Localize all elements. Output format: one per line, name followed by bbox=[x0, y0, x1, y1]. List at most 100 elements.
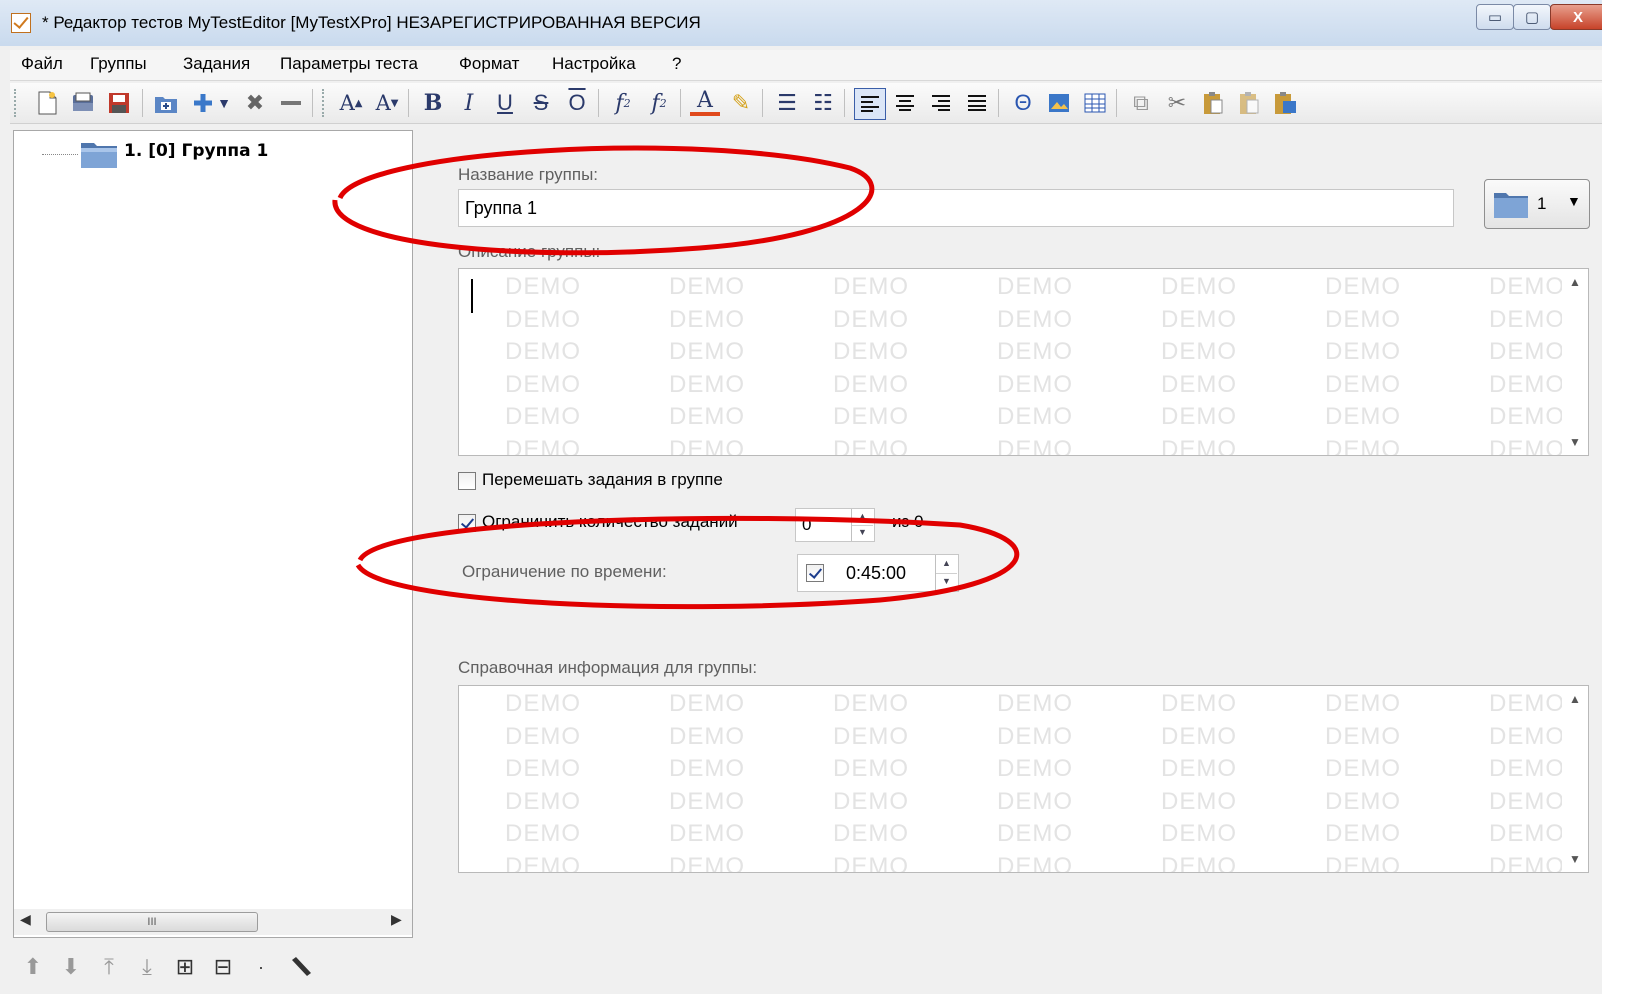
dot-icon[interactable]: · bbox=[246, 952, 276, 982]
demo-watermark-text: DEMO bbox=[1325, 403, 1401, 430]
scrollbar-thumb[interactable]: III bbox=[46, 912, 258, 932]
font-shrink-icon[interactable]: A ▼ bbox=[372, 88, 402, 118]
toolbar-grip[interactable] bbox=[14, 89, 19, 117]
align-left-icon[interactable] bbox=[854, 88, 886, 120]
highlight-icon[interactable]: ✎ bbox=[726, 88, 756, 118]
add-group-icon[interactable] bbox=[152, 88, 182, 118]
demo-watermark-text: DEMO bbox=[1161, 787, 1237, 815]
demo-watermark-text: DEMO bbox=[1325, 852, 1401, 873]
toolbar-separator bbox=[142, 89, 143, 117]
time-limit-stepper[interactable]: 0:45:00 ▲ ▼ bbox=[797, 554, 959, 592]
font-color-icon[interactable]: A bbox=[690, 88, 720, 116]
group-icon-value: 1 bbox=[1537, 194, 1547, 213]
menu-test-parameters[interactable]: Параметры теста bbox=[280, 54, 418, 74]
toolbar-separator bbox=[312, 89, 313, 117]
description-scrollbar[interactable]: ▲ ▼ bbox=[1562, 269, 1588, 455]
shuffle-tasks-checkbox[interactable] bbox=[458, 472, 476, 490]
close-button[interactable]: X bbox=[1550, 4, 1606, 30]
spin-up-icon[interactable]: ▲ bbox=[936, 555, 957, 574]
spin-up-icon[interactable]: ▲ bbox=[852, 509, 873, 526]
tree-horizontal-scrollbar[interactable]: ◀ III ▶ bbox=[14, 909, 412, 935]
demo-watermark-text: DEMO bbox=[833, 273, 909, 300]
demo-watermark-text: DEMO bbox=[669, 755, 745, 782]
menu-format[interactable]: Формат bbox=[459, 54, 519, 74]
numbered-list-icon[interactable]: ☷ bbox=[808, 88, 838, 118]
group-icon-select[interactable]: 1 ▼ bbox=[1484, 179, 1590, 229]
table-icon[interactable] bbox=[1080, 88, 1110, 118]
image-icon[interactable] bbox=[1044, 88, 1074, 118]
move-up-icon[interactable]: ⬆ bbox=[18, 952, 48, 982]
demo-watermark-text: DEMO bbox=[833, 820, 909, 847]
strikethrough-icon[interactable]: S bbox=[526, 88, 556, 118]
limit-count-checkbox[interactable] bbox=[458, 514, 476, 532]
demo-watermark-text: DEMO bbox=[833, 435, 909, 456]
tree-item-group-1[interactable]: 1. [0] Группа 1 bbox=[124, 141, 268, 161]
toolbar-grip[interactable] bbox=[322, 89, 327, 117]
time-limit-checkbox[interactable] bbox=[806, 564, 824, 582]
scroll-up-icon[interactable]: ▲ bbox=[1569, 692, 1581, 706]
tree-connector bbox=[42, 154, 78, 155]
app-window: * Редактор тестов MyTestEditor [MyTestXP… bbox=[0, 0, 1631, 994]
scroll-left-icon[interactable]: ◀ bbox=[20, 911, 31, 928]
bold-icon[interactable]: B bbox=[418, 88, 448, 118]
demo-watermark-text: DEMO bbox=[1325, 305, 1401, 333]
help-info-editor[interactable]: DEMO DEMO DEMO DEMO DEMO DEMO DEMO DEMO DEMO DEMO… bbox=[458, 685, 1589, 873]
subscript-icon[interactable]: f2 bbox=[608, 88, 638, 118]
open-file-icon[interactable] bbox=[68, 88, 98, 118]
menu-settings[interactable]: Настройка bbox=[552, 54, 636, 74]
group-name-input[interactable]: Группа 1 bbox=[458, 189, 1454, 227]
delete-icon[interactable]: ✖ bbox=[240, 88, 270, 118]
demo-watermark-text: DEMO bbox=[997, 852, 1073, 873]
italic-icon[interactable]: I bbox=[454, 88, 484, 118]
bullet-list-icon[interactable]: ☰ bbox=[772, 88, 802, 118]
cut-icon[interactable]: ✂ bbox=[1162, 88, 1192, 118]
main-toolbar: ▼ ✖ A ▲ A ▼ B I U S O f2 f2 A ✎ ☰ ☷ Θ ⧉ … bbox=[10, 83, 1620, 124]
paste-icon[interactable] bbox=[1198, 88, 1228, 118]
menu-help[interactable]: ? bbox=[672, 54, 681, 74]
toolbar-separator bbox=[844, 89, 845, 117]
remove-icon[interactable] bbox=[276, 88, 306, 118]
copy-icon[interactable]: ⧉ bbox=[1126, 88, 1156, 118]
minimize-icon: ▭ bbox=[1487, 9, 1503, 26]
overline-icon[interactable]: O bbox=[562, 88, 592, 118]
spin-down-icon[interactable]: ▼ bbox=[936, 573, 957, 591]
move-bottom-icon[interactable]: ⤓ bbox=[132, 952, 162, 982]
new-file-icon[interactable] bbox=[32, 88, 62, 118]
group-description-editor[interactable]: DEMO DEMO DEMO DEMO DEMO DEMO DEMO DEMO DEMO DEMO… bbox=[458, 268, 1589, 456]
underline-icon[interactable]: U bbox=[490, 88, 520, 118]
collapse-all-icon[interactable]: ⊟ bbox=[208, 952, 238, 982]
minimize-button[interactable]: ▭ bbox=[1476, 4, 1514, 30]
help-scrollbar[interactable]: ▲ ▼ bbox=[1562, 686, 1588, 872]
limit-count-value: 0 bbox=[802, 515, 812, 534]
demo-watermark-text: DEMO bbox=[1161, 338, 1237, 365]
menu-file[interactable]: Файл bbox=[21, 54, 63, 74]
pencil-icon[interactable] bbox=[286, 952, 316, 982]
scroll-right-icon[interactable]: ▶ bbox=[391, 911, 402, 928]
align-justify-icon[interactable] bbox=[962, 88, 992, 118]
dropdown-arrow-icon[interactable]: ▼ bbox=[214, 88, 234, 118]
paste-special-icon[interactable] bbox=[1234, 88, 1264, 118]
scroll-down-icon[interactable]: ▼ bbox=[1569, 852, 1581, 866]
scroll-up-icon[interactable]: ▲ bbox=[1569, 275, 1581, 289]
paste-format-icon[interactable] bbox=[1270, 88, 1300, 118]
save-file-icon[interactable] bbox=[104, 88, 134, 118]
menu-groups[interactable]: Группы bbox=[90, 54, 147, 74]
maximize-button[interactable]: ▢ bbox=[1513, 4, 1551, 30]
align-right-icon[interactable] bbox=[926, 88, 956, 118]
move-down-icon[interactable]: ⬇ bbox=[56, 952, 86, 982]
menu-tasks[interactable]: Задания bbox=[183, 54, 250, 74]
spin-down-icon[interactable]: ▼ bbox=[852, 525, 873, 541]
expand-all-icon[interactable]: ⊞ bbox=[170, 952, 200, 982]
move-top-icon[interactable]: ⤒ bbox=[94, 952, 124, 982]
demo-watermark-text: DEMO bbox=[997, 820, 1073, 847]
scroll-down-icon[interactable]: ▼ bbox=[1569, 435, 1581, 449]
title-bar: * Редактор тестов MyTestEditor [MyTestXP… bbox=[0, 0, 1631, 46]
demo-watermark-text: DEMO bbox=[833, 338, 909, 365]
demo-watermark: DEMO DEMO DEMO DEMO DEMO DEMO DEMO DEMO DEMO DEMO… bbox=[505, 690, 1588, 873]
align-center-icon[interactable] bbox=[890, 88, 920, 118]
group-tree[interactable]: 1. [0] Группа 1 ◀ III ▶ bbox=[13, 130, 413, 938]
symbol-icon[interactable]: Θ bbox=[1008, 88, 1038, 118]
superscript-icon[interactable]: f2 bbox=[644, 88, 674, 118]
font-grow-icon[interactable]: A ▲ bbox=[336, 88, 366, 118]
limit-count-stepper[interactable]: 0 ▲ ▼ bbox=[795, 508, 875, 542]
